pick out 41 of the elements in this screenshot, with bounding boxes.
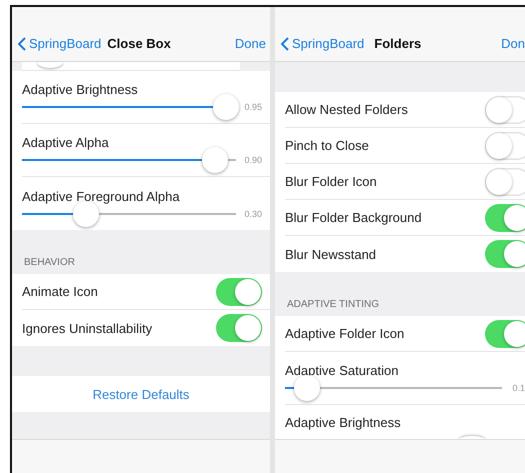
back-chevron-icon	[281, 36, 289, 50]
done-button[interactable]: Don	[501, 36, 525, 51]
setting-label: Blur Folder Icon	[285, 174, 377, 189]
setting-label: Ignores Uninstallability	[22, 320, 152, 336]
toggle-switch[interactable]	[485, 168, 525, 196]
restore-defaults-button[interactable]: Restore Defaults	[92, 386, 190, 402]
screen-title: Close Box	[107, 36, 172, 51]
setting-label: Adaptive Saturation	[285, 363, 400, 378]
back-chevron-icon	[18, 36, 26, 50]
back-button[interactable]: SpringBoard	[18, 36, 102, 51]
slider-thumb[interactable]	[212, 94, 239, 120]
setting-label: Adaptive Foreground Alpha	[22, 188, 181, 204]
toggle-switch[interactable]	[485, 96, 525, 124]
toggle-switch[interactable]	[485, 240, 525, 268]
slider-value: 0.95	[244, 102, 262, 112]
setting-label: Adaptive Alpha	[22, 135, 110, 150]
toggle-switch[interactable]	[216, 278, 262, 306]
section-header: ADAPTIVE TINTING	[287, 299, 380, 310]
setting-label: Allow Nested Folders	[285, 102, 408, 117]
setting-label: Blur Newsstand	[285, 246, 376, 262]
setting-label: Adaptive Folder Icon	[285, 326, 404, 341]
setting-label: Blur Folder Background	[285, 210, 422, 225]
back-button[interactable]: SpringBoard	[281, 36, 364, 51]
setting-label: Adaptive Brightness	[285, 415, 401, 430]
slider-thumb[interactable]	[202, 147, 228, 173]
toggle-switch[interactable]	[485, 132, 525, 160]
slider-value: 0.90	[244, 155, 262, 165]
slider-value: 0.1	[512, 383, 525, 393]
toggle-switch[interactable]	[216, 314, 262, 342]
done-button[interactable]: Done	[234, 36, 266, 51]
toggle-switch[interactable]	[485, 204, 525, 232]
screen-title: Folders	[374, 36, 422, 51]
toggle-switch[interactable]	[485, 320, 525, 348]
setting-label: Pinch to Close	[285, 138, 369, 153]
slider-value: 0.30	[244, 208, 262, 218]
slider-thumb[interactable]	[294, 375, 320, 401]
setting-label: Adaptive Brightness	[22, 82, 139, 97]
setting-label: Animate Icon	[22, 284, 98, 299]
section-header: BEHAVIOR	[24, 257, 75, 268]
slider-thumb[interactable]	[37, 62, 64, 68]
slider[interactable]	[285, 374, 502, 402]
